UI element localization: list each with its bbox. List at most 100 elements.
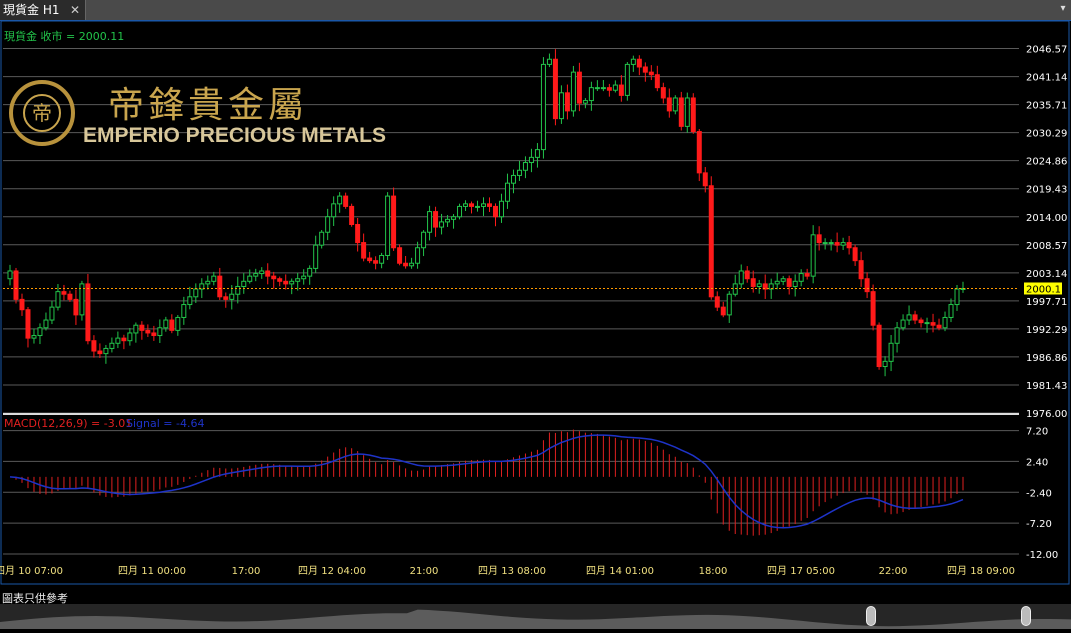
brand-emblem-icon: 帝 xyxy=(9,80,75,146)
candle-body xyxy=(714,296,720,308)
last-price-label: 2000.11 xyxy=(1026,284,1067,295)
candle-body xyxy=(295,278,301,282)
candle-body xyxy=(684,97,690,127)
date-tick-label: 22:00 xyxy=(879,566,908,577)
price-tick-label: 1976.00 xyxy=(1026,409,1067,420)
macd-tick-label: -7.20 xyxy=(1026,519,1052,530)
candle-body xyxy=(373,260,379,264)
candle-body xyxy=(415,247,421,264)
date-tick-label: 21:00 xyxy=(410,566,439,577)
candle-body xyxy=(331,203,337,218)
price-tick-label: 1997.71 xyxy=(1026,297,1067,308)
candle-body xyxy=(876,324,882,368)
candle-body xyxy=(427,211,433,233)
candle-body xyxy=(834,242,840,246)
candle-body xyxy=(546,58,552,65)
candle-body xyxy=(481,203,487,207)
price-tick-label: 1986.86 xyxy=(1026,353,1067,364)
signal-legend: Signal = -4.64 xyxy=(126,417,204,430)
navigator-right-handle[interactable] xyxy=(1021,606,1031,626)
macd-tick-label: -12.00 xyxy=(1026,550,1058,561)
candle-body xyxy=(85,283,91,342)
candle-body xyxy=(552,58,558,120)
tab-chart[interactable]: 現貨金 H1 ✕ xyxy=(0,0,86,20)
candle-body xyxy=(109,342,115,349)
brand-name-cn: 帝鋒貴金屬 xyxy=(108,85,309,126)
candle-body xyxy=(187,296,193,306)
candle-body xyxy=(289,280,295,285)
candle-body xyxy=(666,97,672,112)
navigator-left-handle[interactable] xyxy=(866,606,876,626)
candle-body xyxy=(576,71,582,104)
candle-body xyxy=(942,316,948,329)
candle-body xyxy=(726,293,732,316)
candle-body xyxy=(918,319,924,324)
macd-tick-label: 7.20 xyxy=(1026,427,1048,438)
candle-body xyxy=(313,244,319,269)
candle-body xyxy=(211,275,217,282)
candle-body xyxy=(486,203,492,207)
candle-body xyxy=(391,195,397,249)
date-tick-label: 四月 17 05:00 xyxy=(767,565,835,577)
candle-body xyxy=(702,172,708,187)
candle-body xyxy=(385,195,391,256)
candle-body xyxy=(948,304,954,318)
candle-body xyxy=(169,319,175,331)
candle-body xyxy=(498,200,504,218)
candle-body xyxy=(127,332,133,342)
candle-body xyxy=(780,278,786,282)
candle-body xyxy=(864,278,870,293)
candle-body xyxy=(660,87,666,99)
candle-body xyxy=(540,63,546,151)
candle-body xyxy=(888,342,894,362)
candle-body xyxy=(606,87,612,91)
candle-body xyxy=(612,84,618,91)
candle-body xyxy=(618,84,624,96)
brand-emblem-inner: 帝 xyxy=(23,94,61,132)
candle-body xyxy=(828,242,834,245)
candle-body xyxy=(732,283,738,295)
candle-body xyxy=(307,267,313,277)
candle-body xyxy=(906,314,912,321)
candle-body xyxy=(67,293,73,300)
menu-dropdown-icon[interactable]: ▾ xyxy=(1057,2,1069,16)
candle-body xyxy=(319,231,325,246)
candle-body xyxy=(600,87,606,90)
candle-body xyxy=(528,156,534,164)
chart-area: 2046.57 2041.14 2035.71 2030.29 2024.86 2019.… xyxy=(0,20,1071,585)
candle-body xyxy=(924,322,930,325)
candle-body xyxy=(325,216,331,233)
candle-body xyxy=(445,218,451,223)
candle-body xyxy=(457,205,463,218)
candle-body xyxy=(163,319,169,329)
candle-body xyxy=(7,270,13,280)
candle-body xyxy=(61,291,67,295)
candle-body xyxy=(870,291,876,326)
candle-body xyxy=(277,278,283,282)
candle-body xyxy=(115,337,121,344)
candle-body xyxy=(504,182,510,202)
candle-body xyxy=(355,224,361,244)
candle-body xyxy=(900,319,906,329)
candle-body xyxy=(738,270,744,285)
close-icon[interactable]: ✕ xyxy=(68,0,82,20)
price-tick-label: 2014.00 xyxy=(1026,213,1067,224)
candle-body xyxy=(792,280,798,287)
price-tick-label: 2008.57 xyxy=(1026,241,1067,252)
navigator-scrollbar[interactable] xyxy=(0,604,1071,629)
date-tick-label: 四月 13 08:00 xyxy=(478,565,546,577)
macd-tick-label: 2.40 xyxy=(1026,457,1048,468)
candle-body xyxy=(582,100,588,104)
price-tick-label: 2030.29 xyxy=(1026,129,1067,140)
candle-body xyxy=(678,97,684,127)
price-tick-label: 1981.43 xyxy=(1026,381,1067,392)
price-tick-label: 2046.57 xyxy=(1026,45,1067,56)
candle-body xyxy=(463,203,469,207)
price-tick-label: 2035.71 xyxy=(1026,101,1067,112)
candle-body xyxy=(121,337,127,342)
candle-body xyxy=(421,231,427,249)
candle-body xyxy=(229,293,235,300)
candle-body xyxy=(235,285,241,295)
candle-body xyxy=(433,211,439,228)
date-tick-label: 四月 18 09:00 xyxy=(947,565,1015,577)
